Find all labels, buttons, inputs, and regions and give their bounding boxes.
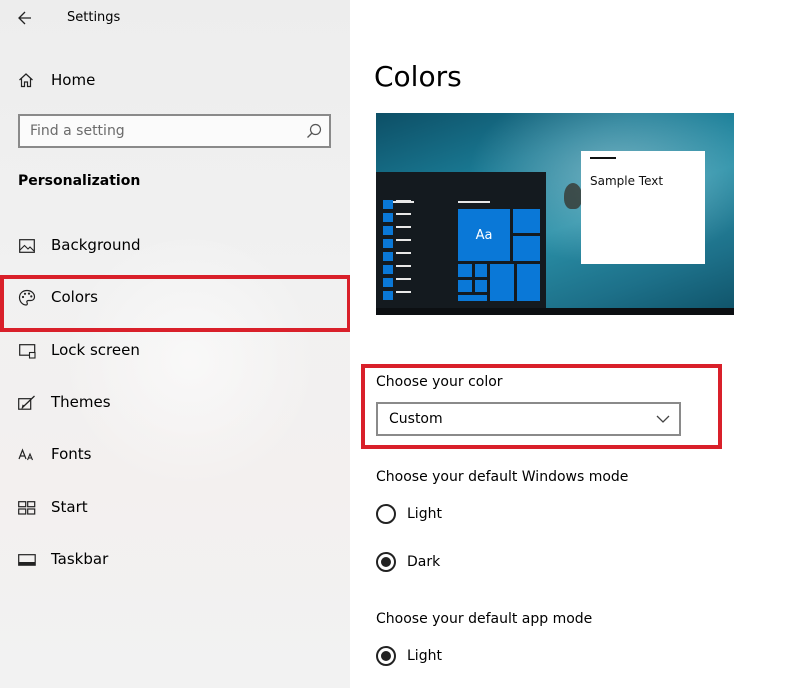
- sidebar-item-background[interactable]: Background: [0, 226, 350, 266]
- brush-icon: [17, 394, 37, 412]
- fonts-icon: [17, 446, 37, 464]
- sample-window-preview: Sample Text: [581, 151, 705, 264]
- radio-button-checked[interactable]: [376, 646, 396, 666]
- title-bar: Settings: [0, 0, 350, 36]
- sidebar-item-label: Themes: [51, 393, 111, 411]
- start-icon: [17, 499, 37, 517]
- home-icon: [18, 72, 34, 88]
- app-title: Settings: [67, 10, 120, 25]
- preview-tile: Aa: [458, 209, 510, 261]
- sidebar-item-label: Background: [51, 236, 141, 254]
- sidebar: Settings Home Personalization Background: [0, 0, 350, 688]
- home-nav-item[interactable]: Home: [18, 68, 95, 92]
- sidebar-item-lock-screen[interactable]: Lock screen: [0, 331, 350, 371]
- sidebar-item-label: Fonts: [51, 445, 91, 463]
- sidebar-item-start[interactable]: Start: [0, 488, 350, 528]
- back-arrow-icon: [18, 11, 32, 25]
- sidebar-item-themes[interactable]: Themes: [0, 383, 350, 423]
- radio-label: Light: [407, 648, 442, 664]
- sidebar-item-taskbar[interactable]: Taskbar: [0, 540, 350, 580]
- home-label: Home: [51, 71, 95, 89]
- sidebar-item-label: Taskbar: [51, 550, 108, 568]
- sidebar-item-fonts[interactable]: Fonts: [0, 435, 350, 475]
- colors-highlight-box: [0, 275, 351, 332]
- app-mode-label: Choose your default app mode: [376, 611, 592, 627]
- lock-screen-icon: [17, 342, 37, 360]
- windows-mode-light-option[interactable]: Light: [376, 502, 442, 526]
- theme-preview: Aa Sample Text: [376, 113, 734, 315]
- windows-mode-dark-option[interactable]: Dark: [376, 550, 440, 574]
- choose-color-highlight-box: [361, 364, 722, 449]
- preview-tile-label: Aa: [476, 228, 493, 243]
- windows-mode-label: Choose your default Windows mode: [376, 469, 628, 485]
- taskbar-icon: [17, 551, 37, 569]
- search-box: [18, 114, 331, 148]
- picture-icon: [17, 237, 37, 255]
- app-mode-light-option[interactable]: Light: [376, 644, 442, 668]
- main-content: Colors Aa Sample Text Choose your color: [350, 0, 800, 688]
- page-title: Colors: [374, 60, 462, 93]
- radio-button-checked[interactable]: [376, 552, 396, 572]
- sample-text: Sample Text: [590, 174, 663, 188]
- search-icon[interactable]: [305, 122, 323, 140]
- sidebar-item-label: Lock screen: [51, 341, 140, 359]
- back-button[interactable]: [14, 7, 36, 29]
- radio-label: Light: [407, 506, 442, 522]
- radio-label: Dark: [407, 554, 440, 570]
- radio-button[interactable]: [376, 504, 396, 524]
- section-heading: Personalization: [18, 173, 140, 189]
- sidebar-item-label: Start: [51, 498, 88, 516]
- search-input[interactable]: [20, 116, 290, 146]
